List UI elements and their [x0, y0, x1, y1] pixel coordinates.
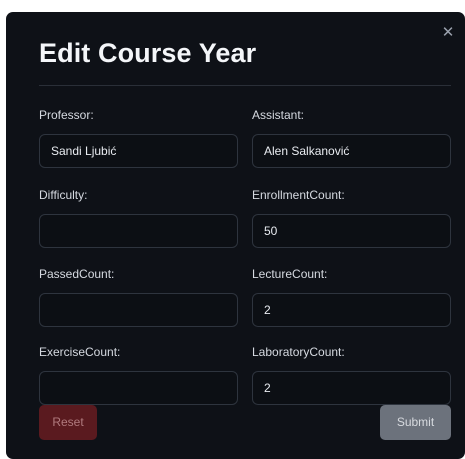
- close-icon[interactable]: ✕: [441, 25, 455, 40]
- laboratory-count-label: LaboratoryCount:: [252, 345, 345, 359]
- exercise-count-field: ExerciseCount:: [39, 344, 238, 405]
- professor-field: Professor: Sandi Ljubić: [39, 107, 238, 168]
- passed-count-input[interactable]: [39, 293, 238, 327]
- assistant-input[interactable]: Alen Salkanović: [252, 134, 451, 168]
- lecture-count-input[interactable]: 2: [252, 293, 451, 327]
- assistant-field: Assistant: Alen Salkanović: [252, 107, 451, 168]
- assistant-label: Assistant:: [252, 108, 305, 122]
- exercise-count-input[interactable]: [39, 371, 238, 405]
- passed-count-field: PassedCount:: [39, 266, 238, 327]
- edit-course-year-dialog: ✕ Edit Course Year Professor: Sandi Ljub…: [6, 12, 465, 459]
- passed-count-label: PassedCount:: [39, 267, 115, 281]
- laboratory-count-field: LaboratoryCount: 2: [252, 344, 451, 405]
- lecture-count-label: LectureCount:: [252, 267, 328, 281]
- submit-button[interactable]: Submit: [380, 405, 451, 440]
- professor-input[interactable]: Sandi Ljubić: [39, 134, 238, 168]
- difficulty-input[interactable]: [39, 214, 238, 248]
- reset-button[interactable]: Reset: [39, 405, 97, 440]
- enrollment-count-input[interactable]: 50: [252, 214, 451, 248]
- lecture-count-field: LectureCount: 2: [252, 266, 451, 327]
- difficulty-field: Difficulty:: [39, 187, 238, 248]
- difficulty-label: Difficulty:: [39, 188, 88, 202]
- laboratory-count-input[interactable]: 2: [252, 371, 451, 405]
- exercise-count-label: ExerciseCount:: [39, 345, 121, 359]
- dialog-title: Edit Course Year: [39, 38, 257, 68]
- professor-label: Professor:: [39, 108, 94, 122]
- enrollment-count-field: EnrollmentCount: 50: [252, 187, 451, 248]
- enrollment-count-label: EnrollmentCount:: [252, 188, 345, 202]
- title-divider: [39, 85, 451, 86]
